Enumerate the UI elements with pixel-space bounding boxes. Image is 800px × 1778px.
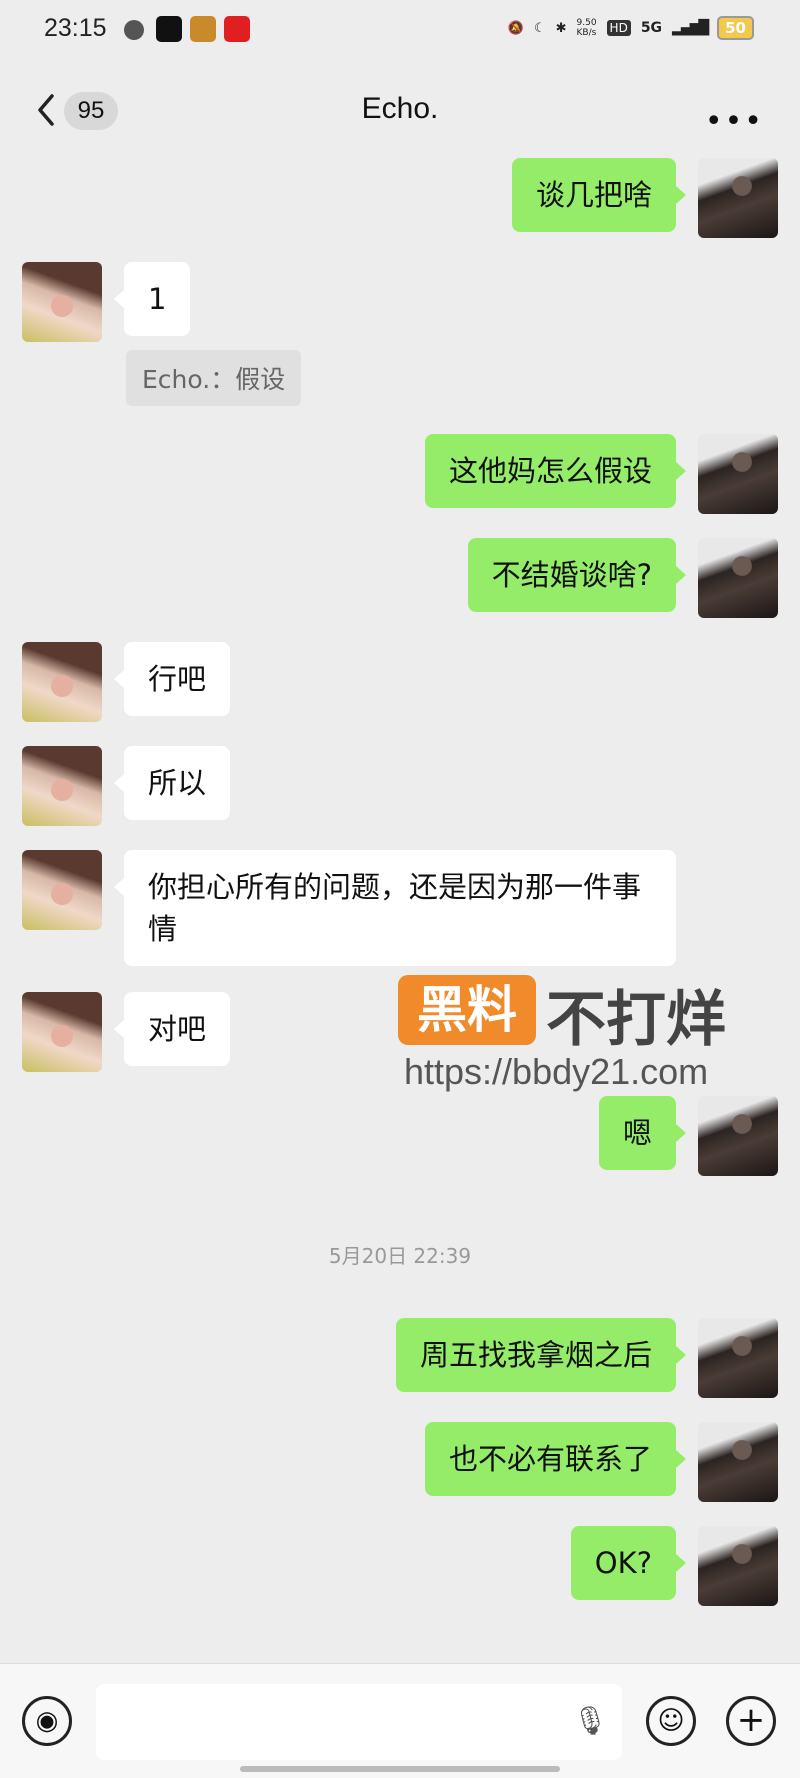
more-dots-icon[interactable]: •••: [705, 104, 764, 139]
news-app-icon: [224, 16, 250, 42]
message-list[interactable]: 谈几把啥 1 Echo.：假设 这他妈怎么假设 不结婚谈啥? 行吧 所以 你担心…: [0, 158, 800, 1663]
status-time: 23:15: [44, 14, 107, 42]
self-avatar[interactable]: [698, 1422, 778, 1502]
watermark: 黑料 不打烊 https://bbdy21.com: [398, 975, 758, 1095]
input-bar: ◉ 🎙 ☺ +: [0, 1663, 800, 1778]
message-bubble[interactable]: OK?: [570, 1526, 687, 1600]
hd-badge: HD: [606, 20, 631, 36]
quoted-reply[interactable]: Echo.：假设: [126, 350, 302, 406]
contact-avatar[interactable]: [22, 850, 102, 930]
self-avatar[interactable]: [698, 1318, 778, 1398]
status-right: 🔕 ☾ ✱ 9.50 KB/s HD 5G ▂▄▆█ 50: [508, 16, 754, 40]
message-bubble[interactable]: 不结婚谈啥?: [467, 538, 687, 612]
bluetooth-icon: ✱: [555, 20, 567, 36]
watermark-url: https://bbdy21.com: [404, 1051, 709, 1092]
message-bubble[interactable]: 这他妈怎么假设: [424, 434, 687, 508]
message-bubble[interactable]: 谈几把啥: [511, 158, 687, 232]
self-avatar[interactable]: [698, 158, 778, 238]
network-text: 5G: [640, 20, 663, 36]
message-bubble[interactable]: 所以: [113, 746, 231, 820]
message-bubble[interactable]: 你担心所有的问题，还是因为那一件事情: [114, 850, 676, 966]
voice-icon[interactable]: ◉: [22, 1696, 72, 1746]
emoji-icon[interactable]: ☺: [646, 1696, 696, 1746]
message-bubble[interactable]: 也不必有联系了: [424, 1422, 687, 1496]
message-bubble[interactable]: 周五找我拿烟之后: [395, 1318, 687, 1392]
self-avatar[interactable]: [698, 1526, 778, 1606]
watermark-text: 不打烊: [546, 985, 726, 1055]
game-app-icon: [190, 16, 216, 42]
self-avatar[interactable]: [698, 538, 778, 618]
chat-header: 95 Echo. •••: [0, 62, 800, 158]
contact-avatar[interactable]: [22, 746, 102, 826]
contact-avatar[interactable]: [22, 642, 102, 722]
message-bubble[interactable]: 对吧: [113, 992, 231, 1066]
home-indicator: [240, 1766, 560, 1772]
plus-icon[interactable]: +: [726, 1696, 776, 1746]
tiktok-icon: [156, 16, 182, 42]
globe-icon: [124, 20, 144, 40]
status-bar: 23:15 🔕 ☾ ✱ 9.50 KB/s HD 5G ▂▄▆█ 50: [0, 0, 800, 62]
message-timestamp: 5月20日 22:39: [328, 1244, 472, 1268]
message-bubble[interactable]: 1: [113, 262, 191, 336]
message-input[interactable]: 🎙: [96, 1684, 622, 1760]
moon-icon: ☾: [533, 20, 546, 36]
self-avatar[interactable]: [698, 1096, 778, 1176]
message-bubble[interactable]: 行吧: [113, 642, 231, 716]
contact-avatar[interactable]: [22, 992, 102, 1072]
watermark-badge: 黑料: [398, 975, 536, 1045]
message-bubble[interactable]: 嗯: [598, 1096, 687, 1170]
chat-title: Echo.: [361, 92, 439, 125]
battery-icon: 50: [717, 16, 754, 40]
mute-icon: 🔕: [507, 20, 524, 36]
mic-icon[interactable]: 🎙: [572, 1704, 608, 1737]
signal-icon: ▂▄▆█: [672, 20, 709, 36]
self-avatar[interactable]: [698, 434, 778, 514]
contact-avatar[interactable]: [22, 262, 102, 342]
speed-text: 9.50 KB/s: [576, 18, 597, 38]
